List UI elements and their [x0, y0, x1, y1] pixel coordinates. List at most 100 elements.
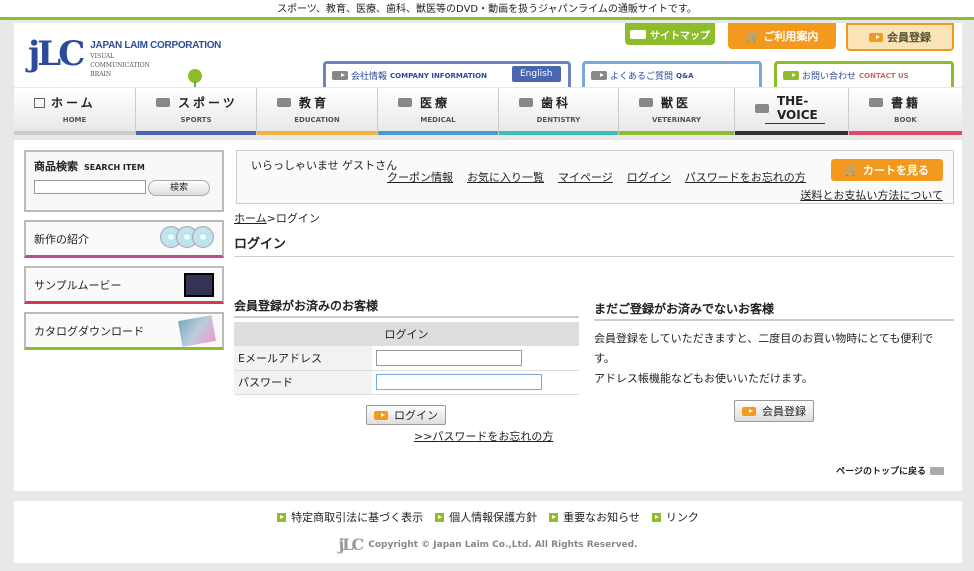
- footer-link-links[interactable]: リンク: [651, 509, 699, 525]
- guide-button[interactable]: 🛒 ご利用案内: [728, 23, 836, 49]
- arrow-icon: [374, 410, 388, 420]
- nav-color-bar: [257, 131, 377, 135]
- arrow-icon: [277, 512, 287, 522]
- contact-en: CONTACT US: [859, 71, 909, 80]
- film-icon: [184, 272, 214, 297]
- faq-tab: よくあるご質問 Q&A: [582, 61, 762, 87]
- page-top-label: ページのトップに戻る: [836, 467, 926, 477]
- header-register-label: 会員登録: [887, 31, 931, 44]
- mypage-link[interactable]: マイページ: [558, 169, 613, 185]
- company-info-en: COMPANY INFORMATION: [390, 71, 487, 80]
- nav-label: スポーツ: [178, 96, 238, 110]
- register-button[interactable]: 会員登録: [734, 400, 814, 422]
- sample-movie-link[interactable]: サンプルムービー: [24, 266, 224, 304]
- footer-link-label: 個人情報保護方針: [449, 511, 538, 524]
- cart-icon: 🛒: [845, 163, 859, 177]
- arrow-icon: [742, 406, 756, 416]
- login-button[interactable]: ログイン: [366, 405, 446, 425]
- footer-link-legal[interactable]: 特定商取引法に基づく表示: [277, 509, 423, 525]
- nav-veterinary[interactable]: 獣医 VETERINARY: [619, 88, 735, 135]
- search-title-en: SEARCH ITEM: [84, 163, 145, 172]
- breadcrumb-home[interactable]: ホーム: [234, 212, 267, 225]
- company-tab: 会社情報 COMPANY INFORMATION English: [323, 61, 571, 87]
- nav-the-voice[interactable]: THE-VOICE: [735, 88, 849, 135]
- account-links: クーポン情報 お気に入り一覧 マイページ ログイン パスワードをお忘れの方: [387, 169, 806, 185]
- logo-text: JAPAN LAIM CORPORATION VISUAL COMMUNICAT…: [90, 40, 221, 78]
- email-label: Eメールアドレス: [234, 346, 372, 371]
- arrow-icon: [651, 512, 661, 522]
- arrow-icon: [783, 71, 799, 80]
- coupon-link[interactable]: クーポン情報: [387, 169, 453, 185]
- arrow-icon: [435, 512, 445, 522]
- nav-home[interactable]: ホーム HOME: [14, 88, 136, 135]
- forgot-password-bottom-link[interactable]: >>パスワードをお忘れの方: [414, 428, 553, 444]
- page-title: ログイン: [234, 233, 954, 257]
- english-button[interactable]: English: [512, 66, 561, 82]
- new-releases-link[interactable]: 新作の紹介: [24, 220, 224, 258]
- register-section-title: まだご登録がお済みでないお客様: [594, 300, 954, 321]
- favorites-link[interactable]: お気に入り一覧: [467, 169, 544, 185]
- nav-en-label: SPORTS: [180, 116, 212, 124]
- header-register-button[interactable]: 会員登録: [846, 23, 954, 51]
- nav-color-bar: [136, 131, 256, 135]
- search-button[interactable]: 検索: [148, 180, 210, 196]
- faq-link[interactable]: よくあるご質問 Q&A: [591, 69, 694, 82]
- login-section-title: 会員登録がお済みのお客様: [234, 297, 579, 318]
- footer-links: 特定商取引法に基づく表示 個人情報保護方針 重要なお知らせ リンク: [14, 509, 962, 525]
- nav-book[interactable]: 書籍 BOOK: [849, 88, 962, 135]
- contact-link[interactable]: お問い合わせ CONTACT US: [783, 69, 909, 82]
- email-field[interactable]: [376, 349, 522, 366]
- nav-color-bar: [14, 131, 135, 135]
- arrow-icon: [398, 98, 412, 107]
- search-input[interactable]: [34, 180, 146, 194]
- arrow-icon: [755, 103, 769, 113]
- login-section: 会員登録がお済みのお客様 ログイン Eメールアドレス パスワード ログイン >>…: [234, 297, 579, 443]
- copyright: jLC Copyright © Japan Laim Co.,Ltd. All …: [14, 535, 962, 554]
- up-arrow-icon: [930, 466, 944, 475]
- nav-education[interactable]: 教育 EDUCATION: [257, 88, 378, 135]
- login-form: ログイン Eメールアドレス パスワード: [234, 322, 579, 395]
- site-logo[interactable]: jLC JAPAN LAIM CORPORATION VISUAL COMMUN…: [28, 34, 221, 87]
- footer-link-notice[interactable]: 重要なお知らせ: [549, 509, 640, 525]
- register-description: 会員登録をしていただきますと、二度目のお買い物時にとても便利です。 アドレス帳機…: [594, 329, 954, 389]
- nav-dentistry[interactable]: 歯科 DENTISTRY: [499, 88, 619, 135]
- login-link[interactable]: ログイン: [627, 169, 671, 185]
- search-title: 商品検索 SEARCH ITEM: [34, 158, 214, 174]
- password-label: パスワード: [234, 370, 372, 395]
- arrow-icon: [639, 98, 653, 107]
- nav-label: 教育: [299, 96, 330, 110]
- footer-link-label: 特定商取引法に基づく表示: [291, 511, 424, 524]
- logo-mark: jLC: [28, 34, 85, 74]
- nav-color-bar: [849, 131, 962, 135]
- shipping-payment-link[interactable]: 送料とお支払い方法について: [800, 187, 943, 203]
- nav-color-bar: [499, 131, 618, 135]
- nav-sports[interactable]: スポーツ SPORTS: [136, 88, 257, 135]
- nav-label: ホーム: [51, 96, 96, 110]
- forgot-password-link[interactable]: パスワードをお忘れの方: [685, 169, 806, 185]
- welcome-bar: いらっしゃいませ ゲストさん クーポン情報 お気に入り一覧 マイページ ログイン…: [236, 150, 954, 204]
- arrow-icon: [277, 98, 291, 107]
- sitemap-button[interactable]: サイトマップ: [625, 23, 715, 45]
- contact-tab: お問い合わせ CONTACT US: [774, 61, 954, 87]
- nav-label: 医療: [420, 96, 451, 110]
- breadcrumb-separator: >: [266, 212, 276, 225]
- nav-medical[interactable]: 医療 MEDICAL: [378, 88, 499, 135]
- basket-icon: 🛒: [745, 29, 760, 43]
- password-field[interactable]: [376, 374, 542, 390]
- page-top-link[interactable]: ページのトップに戻る: [836, 464, 944, 477]
- company-info-link[interactable]: 会社情報 COMPANY INFORMATION: [332, 69, 487, 82]
- view-cart-button[interactable]: 🛒 カートを見る: [831, 159, 943, 181]
- nav-label: 歯科: [541, 96, 572, 110]
- voice-wave-icon: [765, 114, 825, 124]
- site-tagline: スポーツ、教育、医療、歯科、獣医等のDVD・動画を扱うジャパンライムの通販サイト…: [0, 0, 974, 20]
- view-cart-label: カートを見る: [862, 164, 929, 177]
- disc-icons: [160, 226, 214, 251]
- nav-en-label: EDUCATION: [294, 116, 340, 124]
- footer-link-privacy[interactable]: 個人情報保護方針: [435, 509, 537, 525]
- nav-en-label: HOME: [62, 116, 87, 124]
- footer-logo: jLC: [338, 535, 364, 554]
- catalog-download-link[interactable]: カタログダウンロード: [24, 312, 224, 350]
- login-table-header: ログイン: [234, 322, 579, 346]
- nav-en-label: MEDICAL: [420, 116, 456, 124]
- footer: 特定商取引法に基づく表示 個人情報保護方針 重要なお知らせ リンク jLC Co…: [14, 501, 962, 563]
